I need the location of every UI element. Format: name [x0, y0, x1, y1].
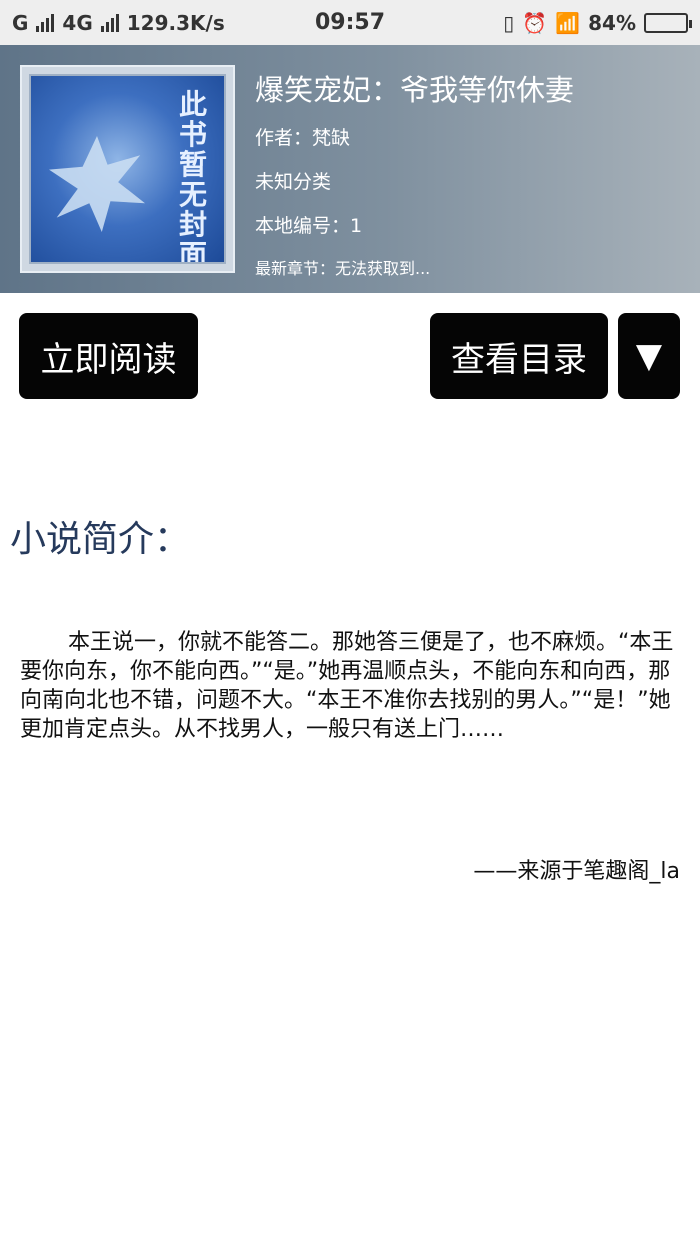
- source-label: ——来源于笔趣阁_la: [473, 859, 680, 884]
- status-bar: G 4G 129.3K/s 09:57 ▯ ⏰ 📶 84%: [0, 0, 700, 45]
- book-title: 爆笑宠妃：爷我等你休妻: [255, 73, 575, 107]
- book-header: 此书暂无封面 爆笑宠妃：爷我等你休妻 作者：梵缺 未知分类 本地编号：1 最新章…: [0, 45, 700, 293]
- book-local-id: 本地编号：1: [255, 215, 363, 237]
- vibrate-icon: ▯: [503, 10, 515, 35]
- book-cover: 此书暂无封面: [20, 65, 235, 273]
- signal-icon: [36, 13, 55, 32]
- battery-percent: 84%: [588, 10, 636, 35]
- cover-star-icon: [49, 136, 145, 232]
- network-speed: 129.3K/s: [126, 10, 225, 35]
- read-now-button[interactable]: 立即阅读: [19, 313, 198, 399]
- book-category: 未知分类: [255, 171, 332, 193]
- signal-icon-2: [100, 13, 119, 32]
- alarm-icon: ⏰: [522, 10, 548, 35]
- intro-text: 本王说一，你就不能答二。那她答三便是了，也不麻烦。“本王要你向东，你不能向西。”…: [20, 630, 674, 742]
- status-right: ▯ ⏰ 📶 84%: [503, 10, 692, 35]
- carrier-1-label: G: [12, 10, 29, 35]
- wifi-icon: 📶: [555, 10, 581, 35]
- cover-art: 此书暂无封面: [29, 74, 226, 264]
- view-toc-button[interactable]: 查看目录: [430, 313, 608, 399]
- intro-heading: 小说简介：: [10, 519, 191, 560]
- dropdown-button[interactable]: ▼: [618, 313, 680, 399]
- cover-placeholder-text: 此书暂无封面: [178, 88, 207, 264]
- carrier-2-label: 4G: [62, 10, 93, 35]
- status-left: G 4G 129.3K/s: [12, 11, 225, 35]
- book-author: 作者：梵缺: [255, 127, 351, 149]
- battery-icon: [644, 12, 692, 33]
- book-latest-chapter: 最新章节：无法获取到...: [255, 259, 431, 278]
